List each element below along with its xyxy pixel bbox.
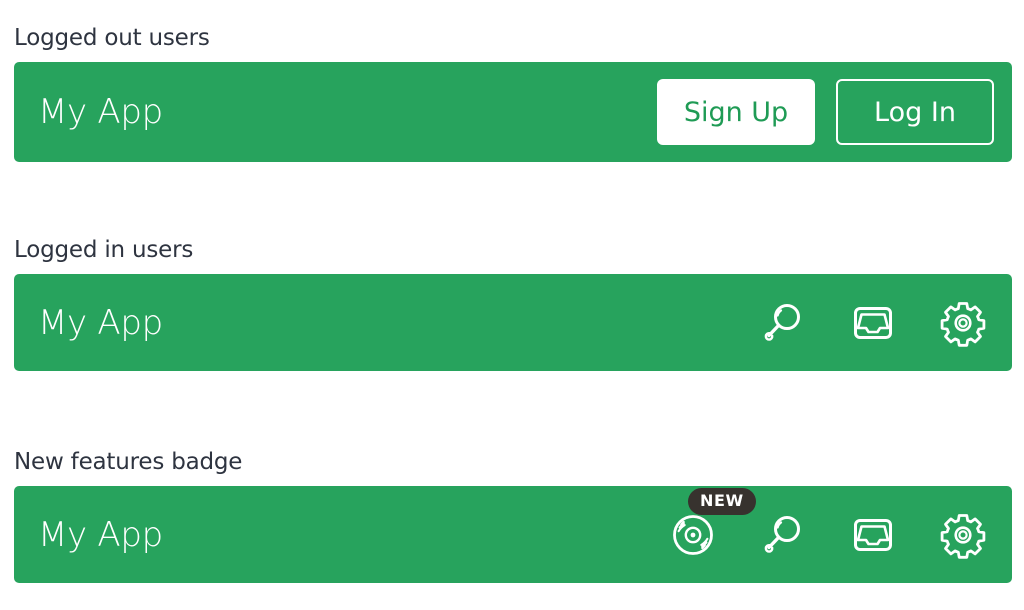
section-title-logged-out: Logged out users (14, 25, 210, 51)
settings-button[interactable] (932, 504, 994, 566)
inbox-button[interactable] (842, 504, 904, 566)
appbar-actions-logged-out: Sign Up Log In (657, 79, 994, 145)
inbox-icon (849, 511, 897, 559)
app-brand-title: My App (38, 302, 163, 343)
section-title-logged-in: Logged in users (14, 237, 194, 263)
settings-gear-icon (939, 299, 987, 347)
new-feature-badge: NEW (688, 487, 756, 515)
page-root: Logged out users My App Sign Up Log In L… (0, 0, 1024, 610)
search-icon (759, 511, 807, 559)
settings-gear-icon (939, 511, 987, 559)
appbar-actions-new-features: NEW (662, 487, 994, 566)
settings-button[interactable] (932, 292, 994, 354)
music-button[interactable]: NEW (662, 487, 756, 566)
app-brand-title: My App (38, 92, 163, 132)
appbar-actions-logged-in (752, 292, 994, 354)
section-title-new-features: New features badge (14, 449, 243, 475)
appbar-logged-out: My App Sign Up Log In (14, 62, 1012, 162)
appbar-logged-in: My App (14, 274, 1012, 371)
log-in-button[interactable]: Log In (836, 79, 994, 145)
inbox-button[interactable] (842, 292, 904, 354)
disc-record-icon (668, 510, 718, 560)
appbar-new-features: My App NEW (14, 486, 1012, 583)
search-button[interactable] (752, 292, 814, 354)
section-new-features: New features badge My App NEW (0, 448, 1024, 583)
app-brand-title: My App (38, 514, 163, 555)
section-logged-in: Logged in users My App (0, 236, 1024, 371)
section-logged-out: Logged out users My App Sign Up Log In (0, 24, 1024, 162)
sign-up-button[interactable]: Sign Up (657, 79, 815, 145)
search-icon (759, 299, 807, 347)
search-button[interactable] (752, 504, 814, 566)
inbox-icon (849, 299, 897, 347)
